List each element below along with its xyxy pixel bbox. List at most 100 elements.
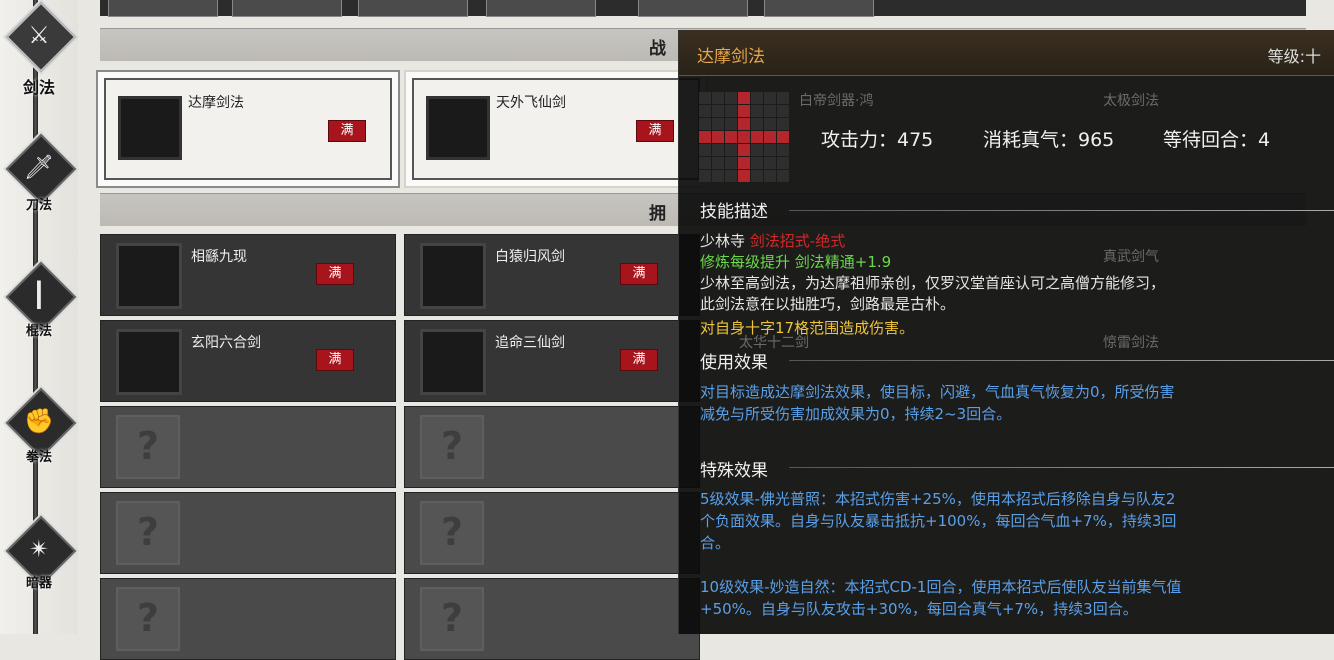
range-cell: [725, 105, 737, 117]
category-sidebar: ⚔ 剑法 🗡 刀法 ┃ 棍法 ✊ 拳法 ✴ 暗器: [0, 0, 78, 634]
range-cell: [712, 144, 724, 156]
equipped-skill-card[interactable]: 达摩剑法 满: [96, 70, 400, 188]
max-level-badge: 满: [316, 263, 354, 285]
nav-item-hidden-weapon[interactable]: ✴ 暗器: [4, 515, 77, 616]
locked-skill-slot[interactable]: ?: [404, 406, 700, 488]
range-cell-hit: [764, 131, 776, 143]
nav-item-fist[interactable]: ✊ 拳法: [4, 387, 77, 488]
equipped-skill-card[interactable]: 天外飞仙剑 满: [404, 70, 708, 188]
special-effect-title: 特殊效果: [700, 461, 768, 481]
top-tab[interactable]: [108, 0, 218, 17]
tooltip-skill-level: 等级:十: [1267, 47, 1321, 66]
question-mark-icon: ?: [420, 501, 484, 565]
tooltip-skill-name: 达摩剑法: [697, 47, 765, 67]
range-cell-hit: [738, 144, 750, 156]
divider: [789, 210, 1334, 211]
range-cell: [712, 118, 724, 130]
question-mark-icon: ?: [116, 501, 180, 565]
background-hint: 白帝剑器·鸿: [799, 93, 874, 109]
special-effect-line: 个负面效果。自身与队友暴击抵抗+100%，每回合气血+7%，持续3回: [700, 512, 1177, 530]
question-mark-icon: ?: [420, 415, 484, 479]
range-cell: [751, 92, 763, 104]
skill-name: 追命三仙剑: [495, 335, 565, 351]
owned-skill-card[interactable]: 追命三仙剑 满: [404, 320, 700, 402]
range-cell: [725, 92, 737, 104]
range-cell-hit: [738, 92, 750, 104]
skill-name: 达摩剑法: [188, 95, 244, 111]
hidden-weapon-icon: ✴: [28, 535, 50, 563]
six-swords-icon: [116, 329, 182, 395]
range-cell: [764, 157, 776, 169]
locked-skill-slot[interactable]: ?: [100, 406, 396, 488]
nav-item-staff[interactable]: ┃ 棍法: [4, 261, 77, 362]
range-cell: [712, 92, 724, 104]
range-cell: [751, 118, 763, 130]
skill-name: 相繇九现: [191, 249, 247, 265]
range-cell: [764, 105, 776, 117]
ape-wind-icon: [420, 243, 486, 309]
range-cell: [777, 144, 789, 156]
question-mark-icon: ?: [116, 415, 180, 479]
range-cell-hit: [699, 131, 711, 143]
special-effect-line: 合。: [700, 534, 731, 552]
locked-skill-slot[interactable]: ?: [100, 578, 396, 660]
top-tab[interactable]: [764, 0, 874, 17]
range-cell: [699, 92, 711, 104]
range-cell-hit: [725, 131, 737, 143]
range-cell-hit: [738, 157, 750, 169]
owned-skill-card[interactable]: 相繇九现 满: [100, 234, 396, 316]
background-hint: 太极剑法: [1103, 93, 1159, 109]
range-cell: [725, 118, 737, 130]
range-cell: [777, 157, 789, 169]
description-line: 此剑法意在以拙胜巧，剑路最是古朴。: [700, 295, 956, 313]
nav-label: 拳法: [25, 450, 52, 465]
top-tab-bar: [100, 0, 1306, 17]
max-level-badge: 满: [620, 263, 658, 285]
nav-item-sword[interactable]: ⚔ 剑法: [4, 1, 77, 102]
range-cell: [764, 92, 776, 104]
special-effect-line: 5级效果-佛光普照：本招式伤害+25%，使用本招式后移除自身与队友2: [700, 490, 1176, 508]
nav-label: 棍法: [25, 324, 52, 339]
special-effect-line: 10级效果-妙造自然：本招式CD-1回合，使用本招式后使队友当前集气值: [700, 578, 1182, 596]
top-tab[interactable]: [638, 0, 748, 17]
range-cell: [725, 157, 737, 169]
nav-item-blade[interactable]: 🗡 刀法: [4, 133, 77, 234]
top-tab[interactable]: [358, 0, 468, 17]
divider: [789, 467, 1334, 468]
serpent-icon: [116, 243, 182, 309]
range-cell: [699, 157, 711, 169]
nav-label: 剑法: [22, 78, 55, 97]
owned-skill-card[interactable]: 白猿归风剑 满: [404, 234, 700, 316]
skill-school: 少林寺: [700, 232, 746, 250]
range-cell: [699, 170, 711, 182]
owned-skill-card[interactable]: 玄阳六合剑 满: [100, 320, 396, 402]
locked-skill-slot[interactable]: ?: [404, 492, 700, 574]
crossed-swords-icon: ⚔: [28, 21, 50, 49]
use-effect-line: 减免与所受伤害加成效果为0，持续2~3回合。: [700, 405, 1012, 423]
question-mark-icon: ?: [116, 587, 180, 651]
range-cell: [777, 118, 789, 130]
use-effect-title: 使用效果: [700, 353, 768, 373]
train-bonus: 修炼每级提升 剑法精通+1.9: [700, 253, 892, 271]
attack-range-grid: [699, 92, 789, 182]
meditating-monk-icon: [118, 96, 182, 160]
description-title: 技能描述: [700, 202, 768, 222]
locked-skill-slot[interactable]: ?: [404, 578, 700, 660]
top-tab[interactable]: [232, 0, 342, 17]
skill-type: 剑法招式-绝式: [749, 232, 846, 250]
skill-tooltip: 达摩剑法 等级:十 白帝剑器·鸿 太极剑法 真武剑气 太华十二剑 惊雷剑法 攻击…: [678, 30, 1334, 634]
range-cell: [699, 105, 711, 117]
range-cell-hit: [738, 131, 750, 143]
skill-school-line: 少林寺 剑法招式-绝式: [700, 231, 1315, 251]
range-description: 对自身十字17格范围造成伤害。: [700, 319, 915, 337]
top-tab[interactable]: [486, 0, 596, 17]
triple-blade-icon: [420, 329, 486, 395]
locked-skill-slot[interactable]: ?: [100, 492, 396, 574]
range-cell: [712, 157, 724, 169]
skill-name: 天外飞仙剑: [496, 95, 566, 111]
range-cell: [699, 144, 711, 156]
max-level-badge: 满: [620, 349, 658, 371]
range-cell: [751, 170, 763, 182]
range-cell: [699, 118, 711, 130]
range-cell: [725, 144, 737, 156]
